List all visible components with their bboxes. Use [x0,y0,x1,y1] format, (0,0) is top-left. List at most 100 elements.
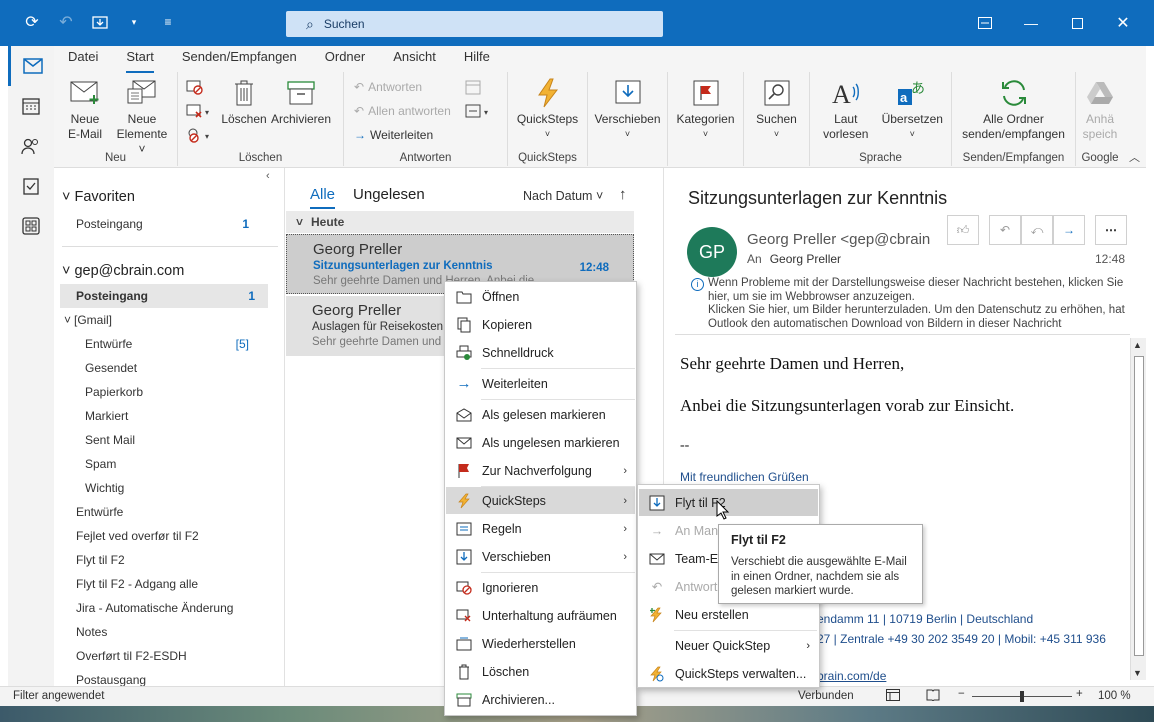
folder-outbox[interactable]: Postausgang [54,668,284,686]
reply-button[interactable]: ↶ Antworten [354,76,451,98]
google-drive-icon [1083,76,1117,110]
tab-datei[interactable]: Datei [54,47,112,70]
scroll-up-icon[interactable]: ▲ [1133,340,1142,350]
tab-ansicht[interactable]: Ansicht [379,47,450,70]
ignore-icon[interactable] [186,76,220,98]
folder-gmail[interactable]: ˅ [Gmail] [54,308,284,332]
normal-view-icon[interactable] [886,689,900,704]
apps-icon[interactable] [8,206,54,246]
coming-soon-icon[interactable] [962,0,1008,46]
zoom-in-icon[interactable]: + [1076,688,1083,700]
folder-inbox[interactable]: Posteingang 1 [60,284,268,308]
forward-button[interactable]: → Weiterleiten [354,124,451,146]
collapse-ribbon-icon[interactable]: ︿ [1129,149,1140,165]
customize-toolbar-icon[interactable]: ≡ [158,12,178,32]
menu-item-clean-up[interactable]: Unterhaltung aufräumen [446,602,635,629]
account-header[interactable]: ˅ gep@cbrain.com [62,259,284,283]
quickstep-new[interactable]: Neuer QuickStep › [639,632,818,659]
undo-icon[interactable]: ↶ [56,12,76,32]
folder-overfort[interactable]: Overført til F2-ESDH [54,644,284,668]
forward-button[interactable]: → [1053,215,1085,245]
folder-failed-transfer[interactable]: Fejlet ved overfør til F2 [54,524,284,548]
menu-item-copy[interactable]: Kopieren [446,311,635,338]
move-button[interactable]: Verschieben ˅ [592,72,663,166]
reply-button[interactable]: ↶ [989,215,1021,245]
folder-flyt-til-f2[interactable]: Flyt til F2 [54,548,284,572]
zoom-level[interactable]: 100 % [1098,690,1131,702]
sort-direction-icon[interactable]: ↑ [619,186,627,203]
folder-gmail-sent[interactable]: Gesendet [54,356,284,380]
folder-gmail-trash[interactable]: Papierkorb [54,380,284,404]
menu-item-forward[interactable]: → Weiterleiten [446,370,635,397]
folder-flyt-til-f2-adgang[interactable]: Flyt til F2 - Adgang alle [54,572,284,596]
open-envelope-icon [446,407,482,422]
folder-label: Overført til F2-ESDH [76,649,187,663]
menu-item-archive[interactable]: Archivieren... [446,686,635,713]
like-button[interactable]: 👍︎ [947,215,979,245]
sender[interactable]: Georg Preller <gep@cbrain [747,231,930,248]
scroll-down-icon[interactable]: ▼ [1133,668,1142,678]
more-actions-button[interactable]: ⋯ [1095,215,1127,245]
reply-all-button[interactable]: ⤺ [1021,215,1053,245]
chevron-down-icon[interactable]: ▾ [124,12,144,32]
tasks-icon[interactable] [8,166,54,206]
tab-all[interactable]: Alle [310,186,335,209]
folder-gmail-sent-mail[interactable]: Sent Mail [54,428,284,452]
folder-notes[interactable]: Notes [54,620,284,644]
categorize-button[interactable]: Kategorien ˅ [672,72,739,166]
tab-start[interactable]: Start [112,47,167,73]
junk-icon[interactable]: ▾ [186,124,220,146]
meeting-reply-icon[interactable] [465,76,493,98]
mail-icon[interactable] [8,46,54,86]
minimize-button[interactable]: — [1008,0,1054,46]
close-button[interactable]: ✕ [1100,0,1146,46]
menu-item-restore[interactable]: Wiederherstellen [446,630,635,657]
folder-drafts[interactable]: Entwürfe [54,500,284,524]
calendar-icon[interactable] [8,86,54,126]
menu-item-quicksteps[interactable]: QuickSteps › [446,487,635,514]
menu-item-rules[interactable]: Regeln › [446,515,635,542]
folder-gmail-starred[interactable]: Markiert [54,404,284,428]
scroll-thumb[interactable] [1134,356,1144,656]
menu-item-ignore[interactable]: Ignorieren [446,574,635,601]
favorites-header[interactable]: ˅ Favoriten [62,185,284,209]
sync-icon[interactable]: ⟳ [22,12,42,32]
sort-dropdown[interactable]: Nach Datum ˅ [523,189,603,203]
more-reply-icon[interactable]: ▾ [465,100,493,122]
tab-ordner[interactable]: Ordner [311,47,379,70]
reply-all-button[interactable]: ↶ Allen antworten [354,100,451,122]
tab-unread[interactable]: Ungelesen [353,186,425,209]
quickstep-create-new[interactable]: Neu erstellen [639,601,818,628]
menu-item-follow-up[interactable]: Zur Nachverfolgung › [446,457,635,484]
cleanup-icon[interactable]: ▾ [186,100,220,122]
avatar[interactable]: GP [687,227,737,277]
zoom-slider-knob[interactable] [1020,691,1024,702]
zoom-out-icon[interactable]: − [958,688,965,700]
tab-hilfe[interactable]: Hilfe [450,47,504,70]
recipient-name[interactable]: Georg Preller [770,252,841,266]
menu-item-delete[interactable]: Löschen [446,658,635,685]
folder-gmail-spam[interactable]: Spam [54,452,284,476]
find-button[interactable]: Suchen ˅ [748,72,805,166]
info-bar[interactable]: i Wenn Probleme mit der Darstellungsweis… [691,277,1131,331]
folder-jira[interactable]: Jira - Automatische Änderung [54,596,284,620]
menu-item-mark-read[interactable]: Als gelesen markieren [446,401,635,428]
menu-item-quick-print[interactable]: Schnelldruck [446,339,635,366]
move-to-folder-icon[interactable] [90,12,110,32]
group-header-today[interactable]: ˅ Heute [286,211,634,233]
menu-item-mark-unread[interactable]: Als ungelesen markieren [446,429,635,456]
folder-gmail-drafts[interactable]: Entwürfe [5] [54,332,284,356]
collapse-folder-pane-icon[interactable]: ‹ [266,170,270,182]
maximize-button[interactable] [1054,0,1100,46]
folder-favorites-inbox[interactable]: Posteingang 1 [54,212,284,236]
quickstep-manage[interactable]: QuickSteps verwalten... [639,660,818,687]
menu-item-open[interactable]: Öffnen [446,283,635,310]
tab-senden-empfangen[interactable]: Senden/Empfangen [168,47,311,70]
people-icon[interactable] [8,126,54,166]
folder-gmail-important[interactable]: Wichtig [54,476,284,500]
reading-scrollbar[interactable]: ▲ ▼ [1130,338,1146,680]
search-input[interactable]: ⌕ Suchen [286,11,663,37]
menu-item-move[interactable]: Verschieben › [446,543,635,570]
signature-website-link[interactable]: brain.com/de [817,669,886,683]
reading-view-icon[interactable] [926,689,940,704]
